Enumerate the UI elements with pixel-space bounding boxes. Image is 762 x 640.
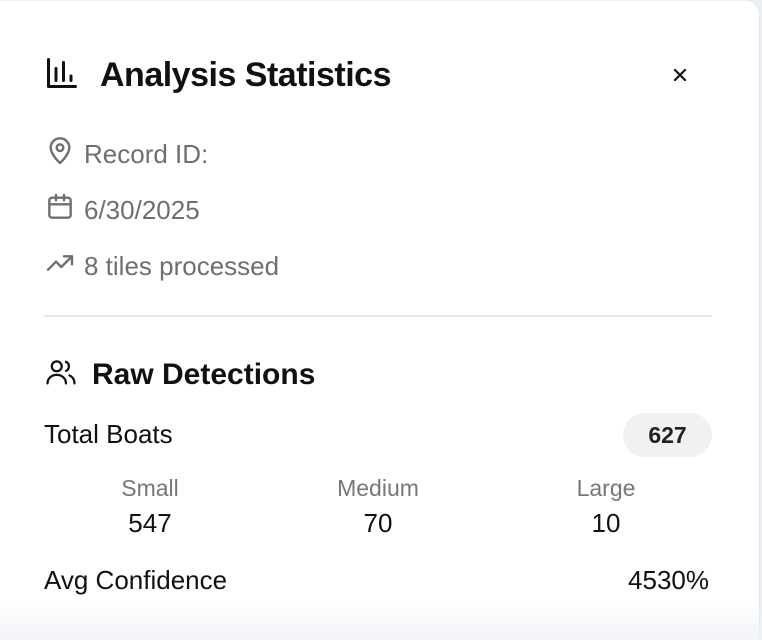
date-value: 6/30/2025 bbox=[84, 195, 200, 225]
size-small: Small 547 bbox=[70, 475, 230, 539]
map-pin-icon bbox=[44, 135, 84, 174]
panel-header: Analysis Statistics bbox=[44, 55, 391, 96]
analysis-statistics-panel: Analysis Statistics Record ID: 6/30/2025 bbox=[0, 0, 762, 640]
close-button[interactable] bbox=[664, 61, 696, 93]
size-large: Large 10 bbox=[526, 475, 686, 539]
avg-confidence-value: 4530% bbox=[628, 565, 709, 595]
record-id-row: Record ID: bbox=[44, 135, 208, 174]
scroll-fade bbox=[0, 604, 762, 640]
size-label: Small bbox=[121, 475, 179, 501]
page-title: Analysis Statistics bbox=[100, 56, 391, 94]
size-label: Large bbox=[576, 475, 636, 501]
avg-confidence-label: Avg Confidence bbox=[44, 565, 228, 595]
record-id-label: Record ID: bbox=[84, 139, 209, 169]
tiles-processed: 8 tiles processed bbox=[84, 251, 280, 281]
size-label: Medium bbox=[337, 475, 419, 501]
bar-chart-icon bbox=[44, 55, 80, 96]
total-boats-label: Total Boats bbox=[44, 419, 173, 449]
calendar-icon bbox=[44, 191, 84, 230]
size-value: 547 bbox=[128, 508, 172, 538]
users-icon bbox=[44, 355, 78, 394]
size-medium: Medium 70 bbox=[298, 475, 458, 539]
section-title: Raw Detections bbox=[92, 357, 316, 391]
close-icon bbox=[672, 67, 688, 88]
tiles-row: 8 tiles processed bbox=[44, 247, 279, 286]
total-boats-badge: 627 bbox=[623, 413, 712, 457]
raw-detections-header: Raw Detections bbox=[44, 355, 315, 394]
date-row: 6/30/2025 bbox=[44, 191, 200, 230]
divider bbox=[44, 315, 712, 317]
size-value: 10 bbox=[591, 508, 621, 538]
size-value: 70 bbox=[363, 508, 393, 538]
trending-up-icon bbox=[44, 247, 84, 286]
